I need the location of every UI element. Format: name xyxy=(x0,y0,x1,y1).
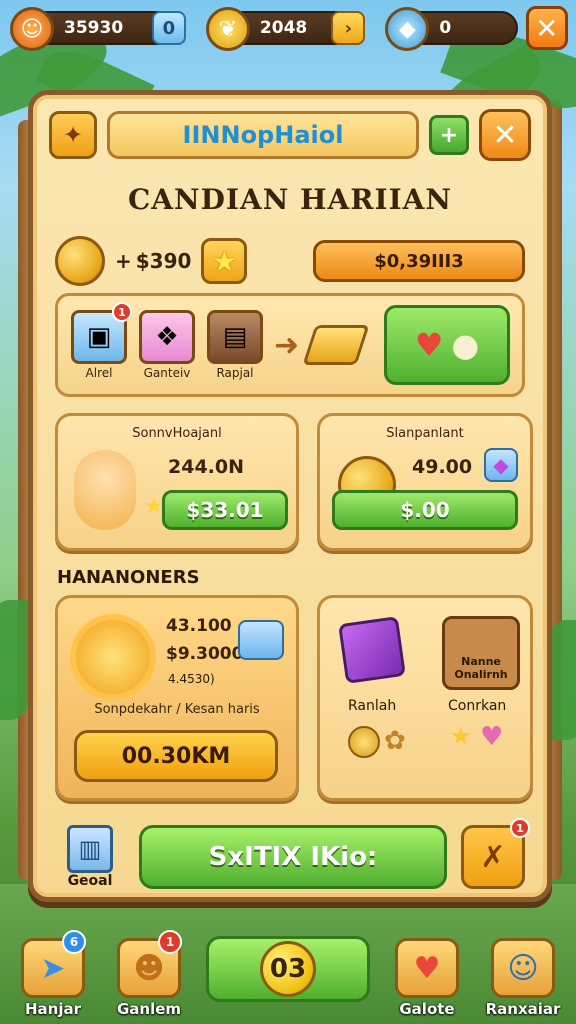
offer-card: SonnvHoajanl 244.0N $33.01 ★ xyxy=(55,413,299,551)
candy-icon: ♥ xyxy=(395,938,459,998)
featured-line-3: 4.4530) xyxy=(168,672,215,686)
bundle-card: Nanne Onalirnh Ranlah Conrkan ✿ ★ ♥ xyxy=(317,595,533,801)
add-button[interactable]: + xyxy=(429,115,469,155)
offer-title: SonnvHoajanl xyxy=(132,426,222,441)
plus-icon[interactable]: 0 xyxy=(151,11,186,45)
recipe-row: ▣ 1 Alrel ❖ Ganteiv ▤ Rapjal ➜ ♥ ● xyxy=(55,293,525,397)
candy-box-icon: ❖ xyxy=(139,310,195,364)
panel-close-button[interactable]: ✕ xyxy=(479,109,531,161)
slot-badge: 1 xyxy=(112,302,132,322)
sun-icon xyxy=(76,620,150,694)
center-action-button[interactable]: 03 xyxy=(206,936,370,1002)
arrow-right-icon: ➜ xyxy=(274,327,300,363)
nav-badge: 6 xyxy=(62,930,86,954)
coin-prefix: + xyxy=(115,249,132,273)
nav-label: Hanjar xyxy=(24,1000,81,1018)
nav-item-hanjar[interactable]: ➤ 6 Hanjar xyxy=(14,930,92,1018)
star-icon[interactable]: ★ xyxy=(201,238,248,284)
panel-footer: ▥ Geoal SxITIX IKio: ✗ 1 xyxy=(55,817,530,897)
character-avatar xyxy=(74,450,136,530)
nav-badge: 1 xyxy=(158,930,182,954)
chocolate-icon: ▤ xyxy=(207,310,263,364)
slot-label: Alrel xyxy=(85,366,113,380)
offer-card: Slanpanlant 49.00 ◆ $.00 xyxy=(317,413,533,551)
bundle-label-right: Conrkan xyxy=(448,698,507,714)
recipe-slot[interactable]: ▣ 1 Alrel xyxy=(70,302,132,380)
coin-reward-row: + $390 ★ $0,39III3 xyxy=(55,235,525,287)
resource-sun-counter: ☺ 35930 0 xyxy=(10,7,186,51)
offer-buy-button[interactable]: $.00 xyxy=(332,490,518,530)
crafting-panel: ✦ IINNopHaiol + ✕ CANDIAN HARIIAN + $390… xyxy=(28,90,552,902)
arrow-right-icon[interactable]: › xyxy=(331,11,366,45)
nav-label: Ranxaiar xyxy=(485,1000,561,1018)
resource-value: 0 xyxy=(439,18,452,38)
shop-sign: Nanne Onalirnh xyxy=(442,616,520,690)
leaf-shield-icon: ❦ xyxy=(205,7,250,51)
boy-avatar-icon: ☺ xyxy=(491,938,555,998)
gift-box-icon xyxy=(338,616,406,684)
close-icon[interactable]: ✕ xyxy=(525,6,568,50)
star-icon: ★ xyxy=(144,494,164,519)
coin-icon xyxy=(348,726,380,758)
offer-buy-button[interactable]: $33.01 xyxy=(162,490,288,530)
featured-description: Sonpdekahr / Kesan haris xyxy=(94,702,260,717)
featured-card: 43.100 $9.3000 4.4530) Sonpdekahr / Kesa… xyxy=(55,595,299,801)
cookie-icon: ✿ xyxy=(384,726,406,756)
craft-button[interactable]: SxITIX IKio: xyxy=(139,825,447,889)
nav-label: Ganlem xyxy=(116,1000,182,1018)
gold-ingot-icon xyxy=(302,325,370,365)
featured-line-2: $9.3000 xyxy=(166,644,244,664)
result-slot[interactable]: ♥ ● xyxy=(384,305,510,385)
featured-claim-button[interactable]: 00.30KM xyxy=(74,730,278,782)
price-button[interactable]: $0,39III3 xyxy=(313,240,525,282)
nav-label: Galote xyxy=(399,1000,455,1018)
heart-icon: ♥ xyxy=(414,326,444,364)
tools-badge: 1 xyxy=(510,818,530,838)
resource-gem-counter: ◆ 0 xyxy=(385,7,518,51)
featured-line-1: 43.100 xyxy=(166,616,232,636)
trash-button[interactable]: ▥ Geoal xyxy=(55,825,125,889)
candy-icon: ♥ xyxy=(480,722,504,752)
gold-coin-icon xyxy=(55,236,105,286)
recipe-slot[interactable]: ❖ Ganteiv xyxy=(138,310,196,380)
tools-button[interactable]: ✗ 1 xyxy=(461,818,530,889)
cookie-icon: ● xyxy=(451,326,480,364)
panel-title: IINNopHaiol xyxy=(107,111,419,159)
sun-face-icon: ☺ xyxy=(10,7,54,51)
slot-label: Ganteiv xyxy=(143,366,191,380)
nav-item-ganlem[interactable]: ☻ 1 Ganlem xyxy=(110,930,188,1018)
resource-leaf-counter: ❦ 2048 › xyxy=(205,7,366,51)
offer-amount: 49.00 xyxy=(412,456,473,478)
offer-title: Slanpanlant xyxy=(386,426,464,441)
section-label: HANANONERS xyxy=(57,567,200,588)
coin-amount: $390 xyxy=(135,249,192,273)
resource-value: 2048 xyxy=(259,18,308,38)
resource-bar: ☺ 35930 0 ❦ 2048 › ◆ 0 ✕ xyxy=(8,6,568,51)
wrench-icon: ✗ xyxy=(480,839,506,875)
gem-icon: ◆ xyxy=(385,7,430,51)
resource-value: 35930 xyxy=(64,18,124,38)
wrench-icon[interactable]: ✦ xyxy=(49,111,97,159)
gem-icon: ◆ xyxy=(484,448,518,482)
bundle-label-left: Ranlah xyxy=(348,698,397,714)
trash-icon: ▥ xyxy=(67,825,113,873)
bottom-navigation: ➤ 6 Hanjar ☻ 1 Ganlem 03 ♥ Galote ☺ Ranx… xyxy=(0,912,576,1018)
offer-amount: 244.0N xyxy=(168,456,244,478)
star-icon: ★ xyxy=(450,722,472,750)
center-value: 03 xyxy=(260,941,316,997)
panel-subtitle: CANDIAN HARIIAN xyxy=(127,183,452,216)
nav-item-galote[interactable]: ♥ Galote xyxy=(388,938,466,1018)
slot-label: Rapjal xyxy=(216,366,254,380)
ice-gem-icon xyxy=(238,620,284,660)
recipe-slot[interactable]: ▤ Rapjal xyxy=(206,310,264,380)
panel-header: ✦ IINNopHaiol + ✕ xyxy=(49,107,531,163)
nav-item-ranxaiar[interactable]: ☺ Ranxaiar xyxy=(484,938,562,1018)
trash-label: Geoal xyxy=(67,873,113,889)
